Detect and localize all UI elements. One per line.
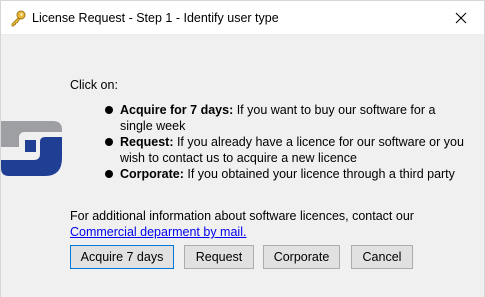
list-item: Corporate: If you obtained your licence …: [105, 166, 465, 182]
info-text: For additional information about softwar…: [70, 209, 414, 223]
request-button[interactable]: Request: [184, 245, 254, 269]
bullet-icon: [105, 138, 113, 146]
corporate-button[interactable]: Corporate: [263, 245, 340, 269]
list-item: Request: If you already have a licence f…: [105, 134, 465, 166]
option-acquire-label: Acquire for 7 days:: [120, 103, 234, 117]
bullet-icon: [105, 106, 113, 114]
option-list: Acquire for 7 days: If you want to buy o…: [105, 102, 465, 182]
commercial-department-link[interactable]: Commercial deparment by mail.: [70, 225, 246, 239]
cancel-button[interactable]: Cancel: [351, 245, 413, 269]
info-text-block: For additional information about softwar…: [70, 208, 470, 240]
list-item: Acquire for 7 days: If you want to buy o…: [105, 102, 465, 134]
window-title: License Request - Step 1 - Identify user…: [32, 11, 279, 25]
bullet-icon: [105, 170, 113, 178]
company-logo-icon: [1, 121, 62, 176]
option-request-label: Request:: [120, 135, 174, 149]
intro-label: Click on:: [70, 78, 118, 92]
option-corporate-label: Corporate:: [120, 167, 184, 181]
close-icon: [455, 12, 467, 24]
key-icon: [9, 9, 27, 27]
license-request-dialog: License Request - Step 1 - Identify user…: [0, 0, 485, 297]
acquire-7-days-button[interactable]: Acquire 7 days: [70, 245, 174, 269]
title-bar: License Request - Step 1 - Identify user…: [1, 1, 484, 35]
dialog-body: Click on: Acquire for 7 days: If you wan…: [1, 36, 484, 297]
close-button[interactable]: [438, 1, 484, 35]
option-corporate-text: If you obtained your licence through a t…: [183, 167, 455, 181]
